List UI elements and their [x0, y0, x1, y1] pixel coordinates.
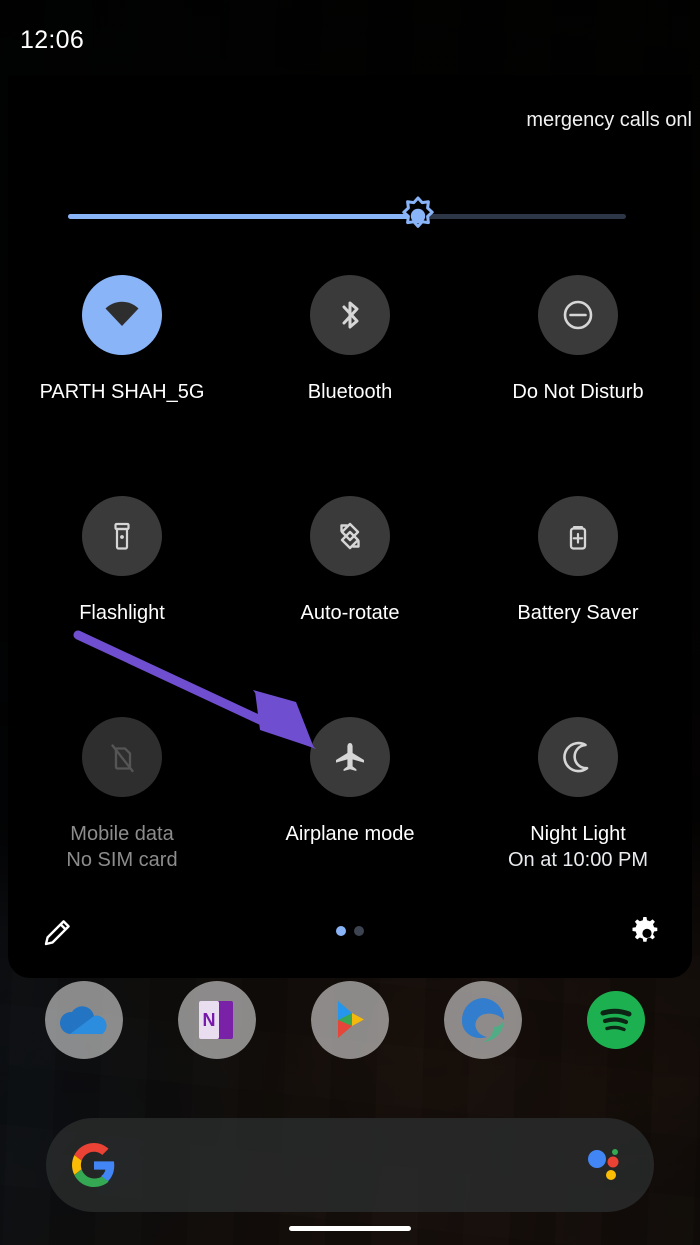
- status-bar: 12:06: [0, 0, 700, 75]
- page-dot-2[interactable]: [354, 926, 364, 936]
- dock-app-onenote[interactable]: N: [178, 981, 257, 1059]
- tile-row: Flashlight Auto-rotate Battery Saver: [8, 486, 692, 707]
- tile-icon-circle: [310, 275, 390, 355]
- carrier-status-text: mergency calls onl: [526, 109, 692, 131]
- tile-bluetooth[interactable]: Bluetooth: [236, 265, 464, 486]
- sim-card-off-icon: [101, 736, 143, 778]
- bluetooth-icon: [329, 294, 371, 336]
- gear-settings-icon: [628, 914, 666, 957]
- page-indicator: [8, 926, 692, 936]
- page-dot-1[interactable]: [336, 926, 346, 936]
- dock-app-play-store[interactable]: [310, 981, 389, 1059]
- quick-settings-panel: mergency calls onl PARTH SHAH_5G Bluetoo…: [8, 75, 692, 978]
- tile-sublabel: On at 10:00 PM: [507, 849, 649, 872]
- tile-label: Auto-rotate: [300, 602, 400, 624]
- tile-icon-circle: [310, 717, 390, 797]
- brightness-slider[interactable]: [60, 195, 626, 239]
- phone-screen: N 12:06 mergency calls onl PARTH SHAH_5G…: [0, 0, 700, 1245]
- tile-wifi[interactable]: PARTH SHAH_5G: [8, 265, 236, 486]
- dock-app-spotify[interactable]: [577, 981, 655, 1059]
- tile-label: Battery Saver: [517, 602, 639, 624]
- tile-sublabel: No SIM card: [66, 849, 178, 872]
- quick-settings-tiles: PARTH SHAH_5G Bluetooth Do Not Disturb F…: [8, 265, 692, 928]
- tile-label: Bluetooth: [307, 381, 393, 403]
- do-not-disturb-icon: [557, 294, 599, 336]
- tile-icon-circle: [538, 275, 618, 355]
- search-input[interactable]: [120, 1118, 584, 1212]
- home-gesture-pill[interactable]: [289, 1226, 411, 1231]
- tile-icon-circle: [82, 275, 162, 355]
- tile-icon-circle: [82, 717, 162, 797]
- flashlight-icon: [101, 515, 143, 557]
- tile-label: Mobile data: [70, 823, 174, 845]
- tile-label: Flashlight: [79, 602, 165, 624]
- tile-icon-circle: [538, 496, 618, 576]
- google-assistant-icon[interactable]: [584, 1145, 624, 1185]
- google-g-icon: [68, 1139, 120, 1191]
- svg-text:N: N: [203, 1010, 216, 1030]
- tile-auto-rotate[interactable]: Auto-rotate: [236, 486, 464, 707]
- auto-rotate-icon: [329, 515, 371, 557]
- brightness-slider-fill: [68, 214, 419, 219]
- airplane-icon: [329, 736, 371, 778]
- battery-saver-icon: [557, 515, 599, 557]
- moon-icon: [557, 736, 599, 778]
- dock-app-onedrive[interactable]: [45, 981, 124, 1059]
- google-search-bar[interactable]: [46, 1118, 654, 1212]
- wifi-icon: [100, 293, 144, 337]
- tile-icon-circle: [538, 717, 618, 797]
- tile-battery-saver[interactable]: Battery Saver: [464, 486, 692, 707]
- tile-do-not-disturb[interactable]: Do Not Disturb: [464, 265, 692, 486]
- quick-settings-footer: [8, 892, 692, 978]
- status-bar-clock: 12:06: [20, 26, 85, 54]
- tile-label: Do Not Disturb: [512, 381, 644, 403]
- tile-flashlight[interactable]: Flashlight: [8, 486, 236, 707]
- tile-icon-circle: [310, 496, 390, 576]
- tile-row: PARTH SHAH_5G Bluetooth Do Not Disturb: [8, 265, 692, 486]
- tile-icon-circle: [82, 496, 162, 576]
- settings-button[interactable]: [624, 912, 670, 958]
- home-dock: N: [0, 975, 700, 1065]
- brightness-sun-icon[interactable]: [397, 195, 439, 237]
- tile-label: PARTH SHAH_5G: [39, 381, 205, 403]
- dock-app-edge[interactable]: [443, 981, 522, 1059]
- tile-label: Night Light: [530, 823, 626, 845]
- tile-label: Airplane mode: [285, 823, 415, 845]
